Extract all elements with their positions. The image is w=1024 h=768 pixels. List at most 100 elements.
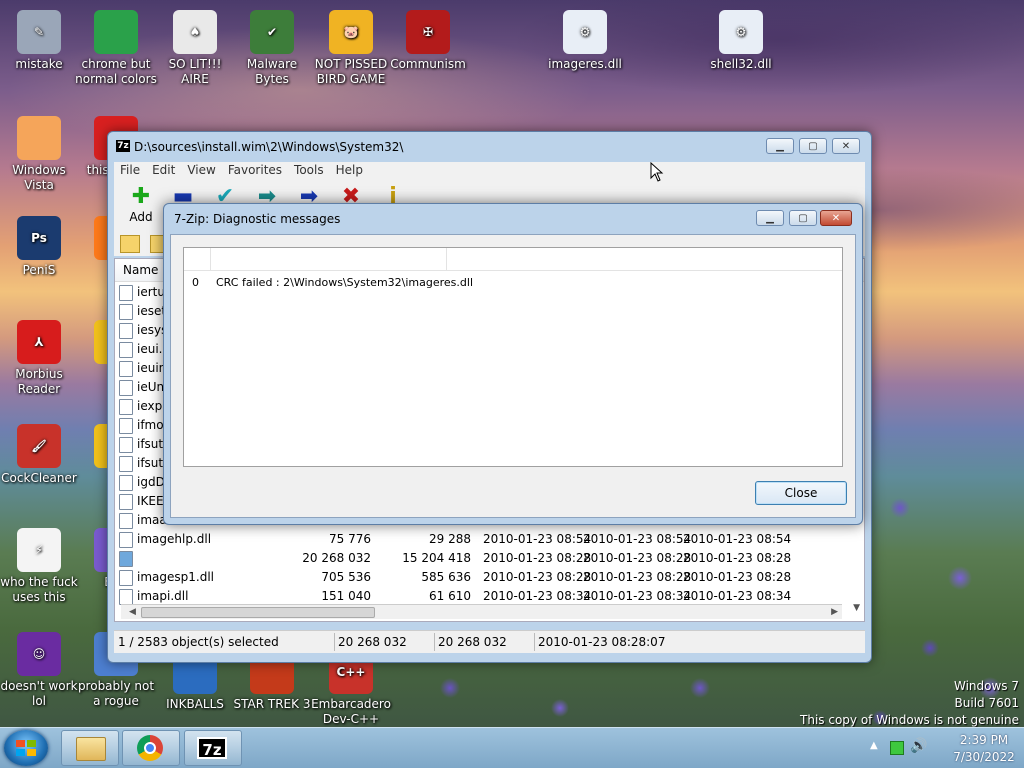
table-row[interactable]: imagesp1.dll 705 536 585 636 2010-01-23 08:… [115, 568, 855, 587]
desktop-icon[interactable]: Ps PeniS [0, 216, 81, 278]
desktop-icon-label: NOT PISSED BIRD GAME [314, 57, 388, 86]
scroll-left-icon[interactable]: ◀ [129, 607, 136, 617]
file-icon [119, 418, 133, 434]
cell-modified: 2010-01-23 08:34 [483, 589, 592, 603]
desktop-icon-image: ⚙ [563, 10, 607, 54]
horizontal-scrollbar[interactable]: ◀ ▶ [121, 604, 842, 619]
cell-packed: 15 204 418 [402, 551, 471, 565]
taskbar-7zip-button[interactable]: 7z [184, 730, 242, 766]
file-icon [119, 456, 133, 472]
status-modified: 2010-01-23 08:28:07 [538, 635, 666, 649]
main-titlebar[interactable]: 7z D:\sources\install.wim\2\Windows\Syst… [108, 132, 871, 160]
desktop-icon[interactable]: ✎ mistake [0, 10, 81, 72]
desktop-icon-image: ⚙ [719, 10, 763, 54]
desktop-icon[interactable]: ✔ Malware Bytes [230, 10, 314, 87]
desktop-icon-image: 🖌 [17, 424, 61, 468]
table-row[interactable]: imagehlp.dll 75 776 29 288 2010-01-23 08:54… [115, 530, 855, 549]
file-icon [119, 342, 133, 358]
desktop-icon-label: shell32.dll [710, 57, 772, 71]
desktop-icon-label: chrome but normal colors [75, 57, 157, 86]
messages-list-header [184, 248, 842, 271]
cell-accessed: 2010-01-23 08:34 [683, 589, 792, 603]
taskbar-chrome-button[interactable] [122, 730, 180, 766]
desktop-icon[interactable]: ☺ doesn't work lol [0, 632, 81, 709]
clock-time[interactable]: 2:39 PM [954, 733, 1014, 747]
maximize-button[interactable]: ▢ [799, 138, 827, 154]
up-folder-icon[interactable] [120, 235, 140, 253]
desktop-icon-label: INKBALLS [166, 697, 224, 711]
desktop-icon-label: Morbius Reader [15, 367, 63, 396]
maximize-icon: ▢ [798, 212, 808, 224]
network-icon[interactable] [890, 741, 904, 755]
cell-packed: 585 636 [421, 570, 471, 584]
desktop-icon[interactable]: 🖌 CockCleaner [0, 424, 81, 486]
status-selection: 1 / 2583 object(s) selected [118, 635, 279, 649]
desktop-icon-glyph: ⚙ [735, 24, 747, 39]
desktop-icon[interactable]: ⅄ Morbius Reader [0, 320, 81, 397]
cell-created: 2010-01-23 08:54 [583, 532, 692, 546]
menu-item-edit[interactable]: Edit [146, 162, 181, 178]
desktop-icon[interactable]: ⚡ who the fuck uses this [0, 528, 81, 605]
table-row[interactable]: 20 268 032 15 204 418 2010-01-23 08:28 2010… [115, 549, 855, 568]
cell-accessed: 2010-01-23 08:54 [683, 532, 792, 546]
scroll-right-icon[interactable]: ▶ [831, 607, 838, 617]
desktop-icon-glyph: ✎ [33, 24, 45, 39]
minimize-button[interactable]: ▁ [766, 138, 794, 154]
messages-list[interactable]: 0 CRC failed : 2\Windows\System32\imagere… [183, 247, 843, 467]
desktop-icon[interactable]: 🐷 NOT PISSED BIRD GAME [309, 10, 393, 87]
column-header-index[interactable] [184, 248, 211, 270]
column-header-message[interactable] [210, 248, 447, 270]
dialog-maximize-button[interactable]: ▢ [789, 210, 817, 226]
close-button[interactable]: Close [755, 481, 847, 505]
desktop-icon[interactable]: ⚙ imageres.dll [543, 10, 627, 72]
toolbar-button[interactable]: ✚ Add [126, 186, 156, 225]
cell-name: ieuin [137, 361, 167, 375]
desktop-icon-image: ✠ [406, 10, 450, 54]
desktop-icon-label: mistake [15, 57, 63, 71]
main-window-title: D:\sources\install.wim\2\Windows\System3… [134, 140, 404, 154]
start-button[interactable] [4, 730, 48, 766]
taskbar-explorer-button[interactable] [61, 730, 119, 766]
column-header-name[interactable]: Name [123, 263, 158, 277]
desktop-icon[interactable]: Windows Vista [0, 116, 81, 193]
desktop-icon-glyph: ✔ [266, 24, 278, 39]
show-hidden-icons-icon[interactable]: ▲ [870, 740, 878, 751]
close-icon: ✕ [831, 212, 841, 224]
dialog-minimize-button[interactable]: ▁ [756, 210, 784, 226]
menu-item-file[interactable]: File [114, 162, 146, 178]
cell-modified: 2010-01-23 08:28 [483, 570, 592, 584]
file-icon [119, 570, 133, 586]
dialog-titlebar[interactable]: 7-Zip: Diagnostic messages ▁ ▢ ✕ [164, 204, 862, 232]
close-window-button[interactable]: ✕ [832, 138, 860, 154]
scroll-down-icon[interactable]: ▼ [853, 603, 860, 613]
menu-item-view[interactable]: View [181, 162, 221, 178]
menu-item-tools[interactable]: Tools [288, 162, 330, 178]
file-icon [119, 494, 133, 510]
desktop-icon-image: ♠ [173, 10, 217, 54]
desktop-icon[interactable]: ♠ SO LIT!!! AIRE [153, 10, 237, 87]
cell-modified: 2010-01-23 08:54 [483, 532, 592, 546]
desktop-icon-label: who the fuck uses this [0, 575, 78, 604]
clock-date[interactable]: 7/30/2022 [946, 750, 1022, 764]
file-icon [119, 437, 133, 453]
file-icon [119, 304, 133, 320]
menu-item-favorites[interactable]: Favorites [222, 162, 288, 178]
7zip-app-icon: 7z [116, 140, 130, 152]
desktop-icon-glyph: ✠ [422, 24, 434, 39]
desktop-icon-glyph: 🐷 [343, 24, 359, 39]
desktop-icon-glyph: ⅄ [34, 334, 44, 349]
menu-item-help[interactable]: Help [330, 162, 369, 178]
desktop-icon[interactable]: ⚙ shell32.dll [699, 10, 783, 72]
diagnostic-dialog[interactable]: 7-Zip: Diagnostic messages ▁ ▢ ✕ 0 CRC fa… [163, 203, 863, 525]
cell-name: imagesp1.dll [137, 570, 214, 584]
desktop-icon-glyph: 🖌 [31, 438, 47, 453]
cell-name: ifsut [137, 437, 164, 451]
file-icon [119, 475, 133, 491]
cell-accessed: 2010-01-23 08:28 [683, 570, 792, 584]
dialog-close-x-button[interactable]: ✕ [820, 210, 852, 226]
scrollbar-thumb[interactable] [141, 607, 375, 618]
cell-size: 151 040 [321, 589, 371, 603]
desktop-icon[interactable]: chrome but normal colors [74, 10, 158, 87]
volume-icon[interactable]: 🔊 [910, 738, 927, 754]
desktop-icon[interactable]: ✠ Communism [386, 10, 470, 72]
